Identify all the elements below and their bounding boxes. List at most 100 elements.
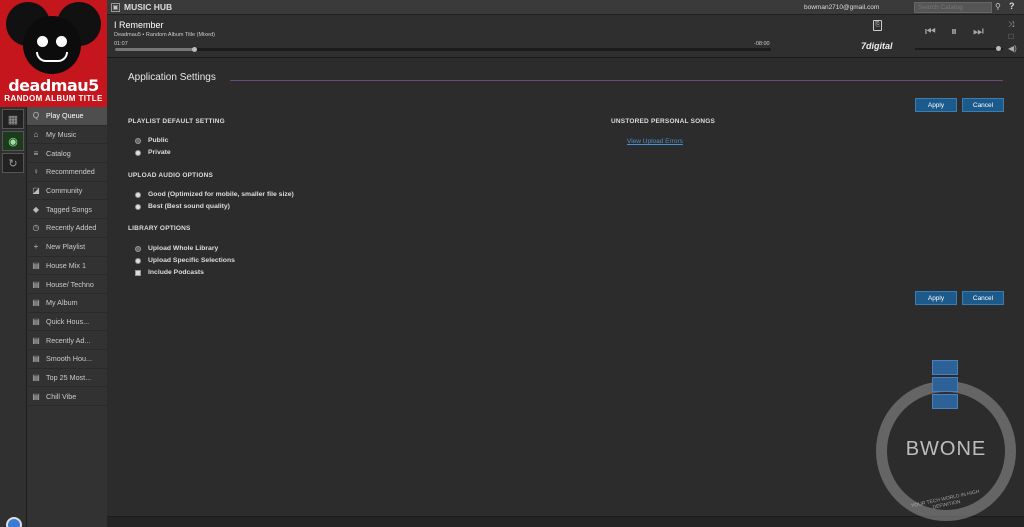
progress-bar[interactable]	[115, 47, 771, 52]
repeat-icon[interactable]: ☐	[1008, 33, 1014, 41]
sidebar-item[interactable]: ≡ Catalog	[27, 144, 107, 164]
sidebar-item[interactable]: ▤ House Mix 1	[27, 257, 107, 276]
album-art-mouth	[36, 52, 68, 62]
visualizer-thumb-icon[interactable]: ◉	[2, 131, 24, 151]
user-email[interactable]: bowman2710@gmail.com	[804, 4, 879, 11]
search-input[interactable]	[914, 2, 992, 13]
album-subtitle: RANDOM ALBUM TITLE	[4, 94, 103, 103]
podcasts-checkbox-label: Include Podcasts	[148, 269, 204, 276]
now-playing-thumb-icon[interactable]: ▦	[2, 109, 24, 129]
home-icon: ⌂	[33, 130, 39, 140]
sidebar-item-label: Top 25 Most...	[46, 372, 92, 382]
radio-whole-library-label: Upload Whole Library	[148, 245, 219, 252]
help-button[interactable]: ?	[1009, 1, 1015, 11]
pause-icon[interactable]: ⏸	[951, 24, 957, 39]
playlist-icon: ▤	[32, 391, 40, 401]
radio-specific[interactable]	[135, 257, 141, 264]
sidebar-item[interactable]: ◆ Tagged Songs	[27, 200, 107, 220]
plus-icon: +	[33, 242, 39, 252]
cancel-button-top[interactable]: Cancel	[962, 98, 1004, 112]
sidebar-item-label: Tagged Songs	[46, 204, 92, 214]
volume-handle[interactable]	[995, 46, 1001, 51]
radio-good[interactable]	[135, 191, 141, 198]
store-logo[interactable]: 7digital	[861, 41, 893, 51]
sidebar-item[interactable]: ▤ My Album	[27, 294, 107, 313]
time-elapsed: 01:07	[114, 41, 128, 47]
library-whole-option[interactable]: Upload Whole Library	[135, 245, 218, 252]
album-artist-logo: deadmau5	[8, 76, 99, 95]
track-meta: Deadmau5 • Random Album Title (Mixed)	[114, 32, 215, 38]
pin-icon: ♀	[33, 167, 39, 177]
radio-best-label: Best (Best sound quality)	[148, 203, 230, 210]
apply-button-bottom[interactable]: Apply	[915, 291, 957, 305]
playlist-icon: ▤	[32, 372, 40, 382]
page-title: Application Settings	[128, 72, 216, 83]
sidebar-item[interactable]: ▤ Chill Vibe	[27, 387, 107, 406]
sidebar-item[interactable]: ▤ Smooth Hou...	[27, 350, 107, 369]
tag-icon: ◆	[32, 204, 40, 214]
album-art-eye-right	[56, 36, 67, 47]
watermark-block	[932, 377, 958, 392]
queue-icon: Q	[32, 111, 40, 121]
sidebar-item-label: Quick Hous...	[46, 316, 90, 326]
title-divider	[230, 80, 1003, 81]
audio-good-option[interactable]: Good (Optimized for mobile, smaller file…	[135, 191, 294, 198]
radio-best[interactable]	[135, 203, 141, 210]
playlist-icon: ▤	[32, 316, 40, 326]
icon-rail: ▦ ◉ ↻	[0, 107, 27, 527]
sidebar-item-label: Recently Ad...	[46, 335, 91, 345]
sidebar-item-label: Smooth Hou...	[46, 354, 92, 364]
sidebar-item[interactable]: + New Playlist	[27, 238, 107, 257]
sidebar-item-label: Play Queue	[46, 111, 84, 121]
sidebar-item[interactable]: ▤ Top 25 Most...	[27, 369, 107, 388]
shuffle-icon[interactable]: ⤨	[1008, 20, 1014, 30]
playlist-icon: ▤	[32, 260, 40, 270]
app-title: MUSIC HUB	[124, 2, 173, 12]
sidebar-item[interactable]: ◷ Recently Added	[27, 219, 107, 238]
upload-audio-heading: UPLOAD AUDIO OPTIONS	[128, 172, 214, 179]
radio-private[interactable]	[135, 149, 141, 156]
audio-best-option[interactable]: Best (Best sound quality)	[135, 203, 230, 210]
sidebar-item[interactable]: ♀ Recommended	[27, 163, 107, 182]
previous-track-icon[interactable]: ⏮	[925, 24, 936, 39]
podcasts-checkbox[interactable]	[135, 269, 141, 276]
sidebar-item[interactable]: ▤ Recently Ad...	[27, 331, 107, 350]
progress-fill	[115, 48, 194, 51]
search-icon[interactable]: ⚲	[995, 2, 1001, 11]
playlist-icon: ▤	[32, 354, 40, 364]
sidebar-item-label: Recently Added	[46, 223, 97, 233]
next-track-icon[interactable]: ⏭	[973, 24, 984, 39]
sidebar-item[interactable]: ▤ Quick Hous...	[27, 313, 107, 332]
unstored-songs-heading: UNSTORED PERSONAL SONGS	[611, 118, 716, 125]
sidebar-item[interactable]: Q Play Queue	[27, 107, 107, 126]
brand-row: ▣ MUSIC HUB bowman2710@gmail.com ⚲ ?	[107, 0, 1024, 15]
clipboard-icon[interactable]: ⎘	[873, 20, 882, 31]
track-title: I Remember	[114, 20, 164, 30]
sidebar-item[interactable]: ◪ Community	[27, 182, 107, 201]
top-bar: ▣ MUSIC HUB bowman2710@gmail.com ⚲ ? I R…	[107, 0, 1024, 58]
sidebar-item-label: My Album	[46, 298, 78, 308]
add-to-queue-icon[interactable]: ↻	[2, 153, 24, 173]
community-icon: ◪	[32, 186, 40, 196]
include-podcasts-option[interactable]: Include Podcasts	[135, 269, 204, 276]
app-menu-icon[interactable]: ▣	[111, 3, 120, 12]
library-options-heading: LIBRARY OPTIONS	[128, 225, 191, 232]
radio-public[interactable]	[135, 137, 141, 144]
sidebar-item-label: New Playlist	[46, 242, 86, 252]
album-art-eye-left	[37, 36, 48, 47]
view-upload-errors-link[interactable]: View Upload Errors	[627, 138, 683, 145]
album-art-mau5head	[23, 16, 81, 74]
progress-handle[interactable]	[191, 47, 197, 52]
radio-whole-library[interactable]	[135, 245, 141, 252]
playlist-icon: ▤	[32, 279, 40, 289]
sidebar-item[interactable]: ▤ House/ Techno	[27, 275, 107, 294]
volume-slider[interactable]	[915, 46, 1003, 51]
sidebar-item-label: Recommended	[46, 167, 95, 177]
apply-button-top[interactable]: Apply	[915, 98, 957, 112]
speaker-icon[interactable]: ◀)	[1008, 44, 1017, 53]
playlist-private-option[interactable]: Private	[135, 149, 171, 156]
sidebar-item[interactable]: ⌂ My Music	[27, 126, 107, 145]
library-specific-option[interactable]: Upload Specific Selections	[135, 257, 235, 264]
playlist-public-option[interactable]: Public	[135, 137, 168, 144]
cancel-button-bottom[interactable]: Cancel	[962, 291, 1004, 305]
